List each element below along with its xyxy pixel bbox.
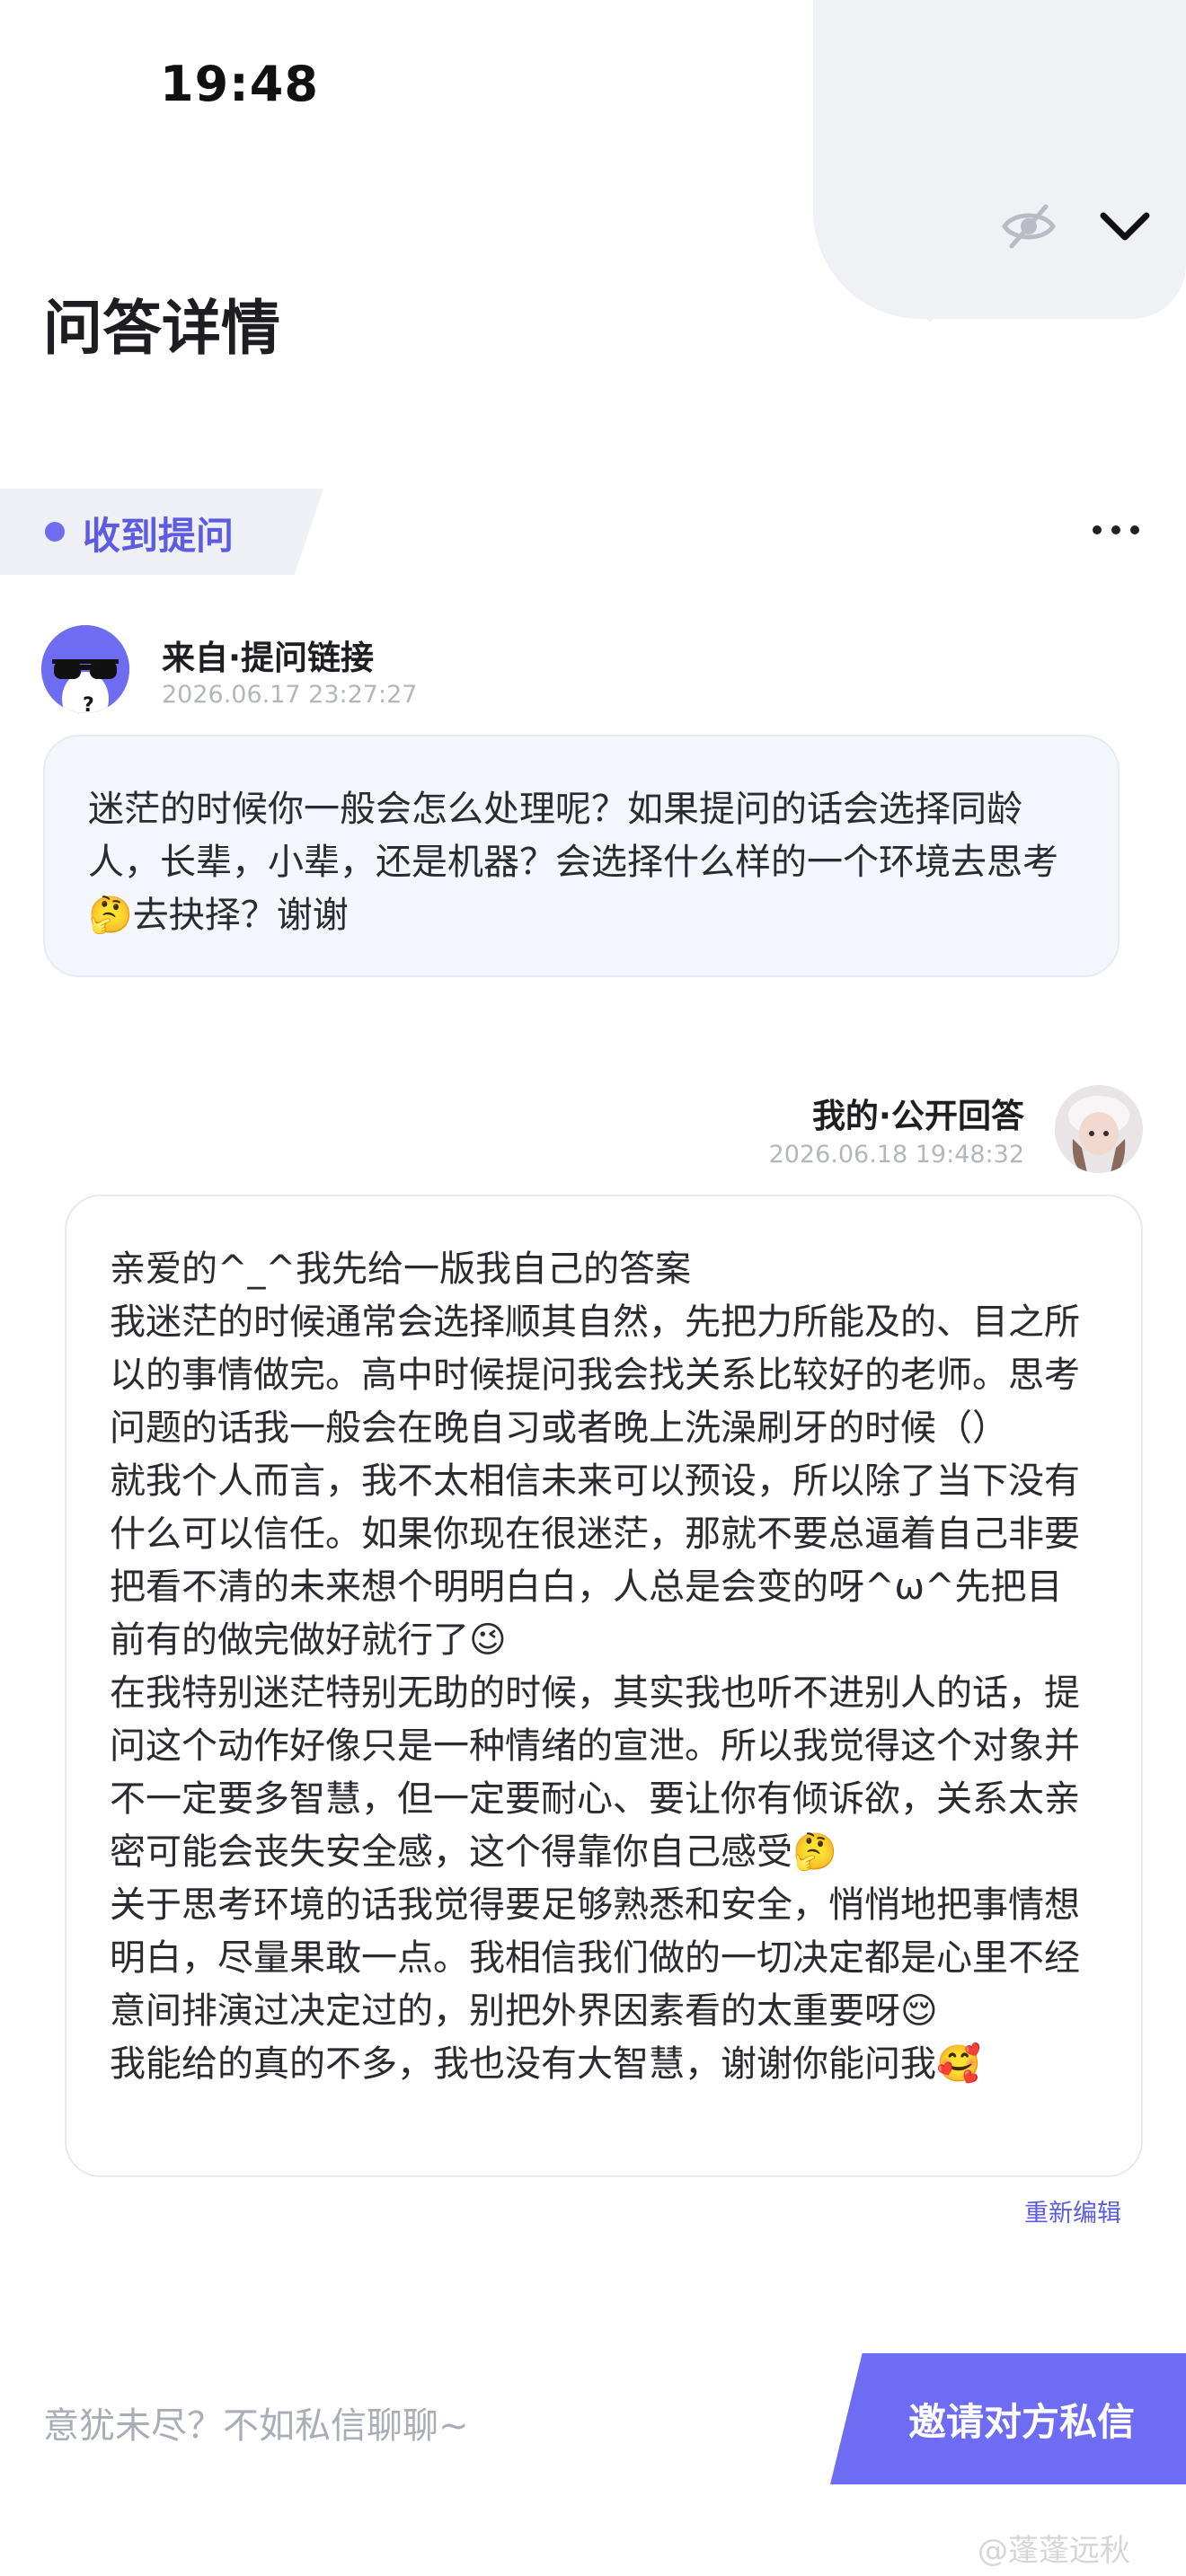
answer-timestamp: 2026.06.18 19:48:32 <box>768 1141 1024 1169</box>
visibility-off-icon[interactable] <box>1001 201 1057 251</box>
asker-avatar: ? <box>41 625 129 713</box>
answer-text: 亲爱的^_^我先给一版我自己的答案 我迷茫的时候通常会选择顺其自然，先把力所能及… <box>110 1248 1080 2085</box>
more-options-button[interactable] <box>1093 503 1139 557</box>
asker-source-label: 来自·提问链接 <box>162 639 375 677</box>
more-dot <box>1093 525 1102 534</box>
question-timestamp: 2026.06.17 23:27:27 <box>162 681 418 709</box>
reedit-link[interactable]: 重新编辑 <box>1024 2193 1121 2228</box>
question-bubble: 迷茫的时候你一般会怎么处理呢？如果提问的话会选择同龄人，长辈，小辈，还是机器？会… <box>43 735 1120 977</box>
invite-dm-button-label: 邀请对方私信 <box>907 2399 1135 2444</box>
watermark: @蓬蓬远秋 <box>978 2533 1130 2569</box>
answer-bubble: 亲爱的^_^我先给一版我自己的答案 我迷茫的时候通常会选择顺其自然，先把力所能及… <box>65 1195 1143 2177</box>
answer-label: 我的·公开回答 <box>811 1097 1024 1135</box>
svg-text:?: ? <box>83 694 94 713</box>
more-dot <box>1130 525 1139 534</box>
more-dot <box>1111 525 1120 534</box>
tag-dot <box>45 522 65 542</box>
chevron-down-icon[interactable] <box>1098 208 1152 244</box>
received-tag-label: 收到提问 <box>83 514 235 558</box>
question-text: 迷茫的时候你一般会怎么处理呢？如果提问的话会选择同龄人，长辈，小辈，还是机器？会… <box>88 789 1058 936</box>
answerer-avatar <box>1055 1085 1143 1173</box>
invite-dm-button[interactable]: 邀请对方私信 <box>830 2353 1186 2484</box>
dm-prompt-text: 意犹未尽？不如私信聊聊~ <box>43 2405 469 2447</box>
page-title: 问答详情 <box>43 294 280 363</box>
header-decoration <box>813 0 1186 319</box>
status-time: 19:48 <box>160 56 319 112</box>
